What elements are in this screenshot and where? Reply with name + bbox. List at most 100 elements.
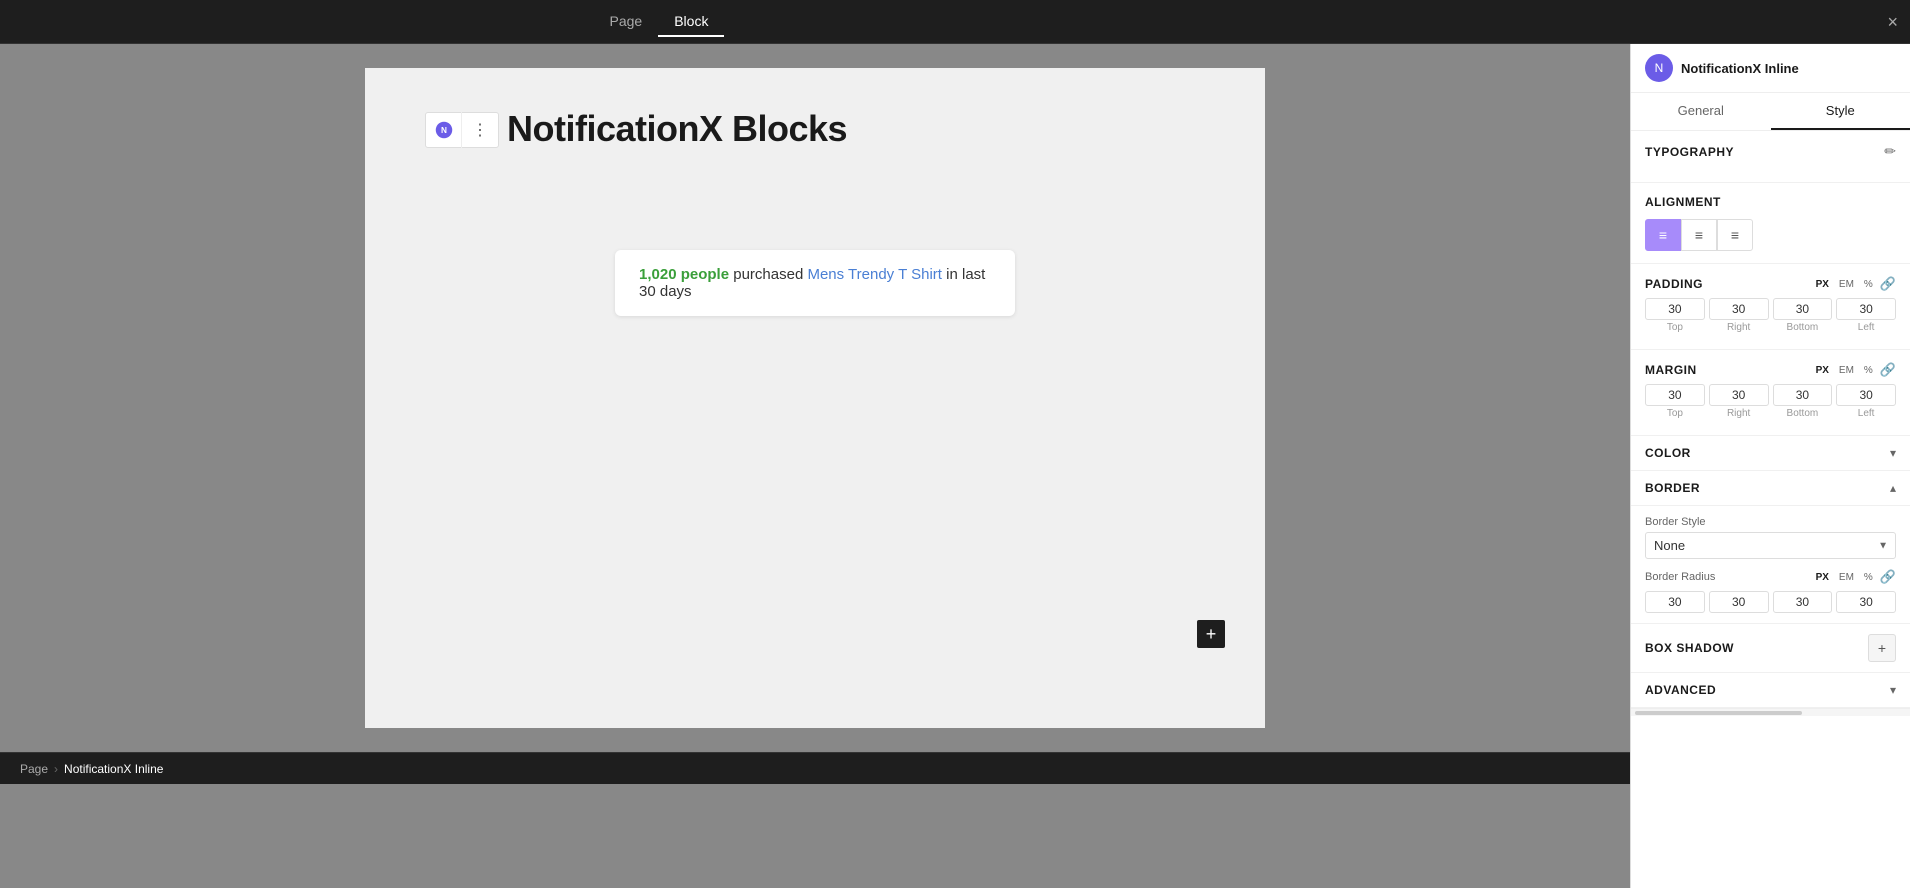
main-layout: N ⋮ NotificationX Blocks 1,020 people pu…: [0, 44, 1910, 888]
svg-text:N: N: [441, 126, 447, 135]
margin-row: Top Right Bottom Left: [1645, 384, 1896, 419]
advanced-chevron-icon: ▾: [1890, 683, 1896, 697]
border-radius-br-input[interactable]: [1773, 591, 1833, 613]
border-radius-row: [1645, 591, 1896, 613]
color-chevron-icon: ▾: [1890, 446, 1896, 460]
align-center-button[interactable]: ≡: [1681, 219, 1717, 251]
margin-left-input[interactable]: [1836, 384, 1896, 406]
color-section[interactable]: Color ▾: [1631, 436, 1910, 471]
border-radius-unit-px[interactable]: PX: [1813, 571, 1832, 584]
border-radius-bl-input[interactable]: [1836, 591, 1896, 613]
padding-header: Padding PX EM % 🔗: [1645, 276, 1896, 292]
margin-left-field: Left: [1836, 384, 1896, 419]
border-radius-tr-input[interactable]: [1709, 591, 1769, 613]
panel-scrollbar[interactable]: [1631, 708, 1910, 716]
padding-bottom-field: Bottom: [1773, 298, 1833, 333]
border-radius-section: Border Radius PX EM % 🔗: [1645, 569, 1896, 613]
top-bar-tabs: Page Block: [594, 7, 725, 37]
padding-section: Padding PX EM % 🔗 Top Right: [1631, 264, 1910, 350]
ellipsis-icon: ⋮: [472, 120, 488, 140]
add-block-button[interactable]: +: [1197, 620, 1225, 648]
align-right-button[interactable]: ≡: [1717, 219, 1753, 251]
typography-edit-button[interactable]: ✏: [1884, 143, 1896, 160]
notification-item: Mens Trendy T Shirt: [807, 266, 942, 283]
border-radius-link-button[interactable]: 🔗: [1880, 569, 1896, 585]
padding-left-field: Left: [1836, 298, 1896, 333]
margin-bottom-label: Bottom: [1787, 408, 1819, 419]
top-bar: Page Block ×: [0, 0, 1910, 44]
padding-unit-percent[interactable]: %: [1861, 278, 1876, 291]
padding-left-label: Left: [1858, 322, 1875, 333]
margin-bottom-input[interactable]: [1773, 384, 1833, 406]
tab-general[interactable]: General: [1631, 93, 1771, 130]
notification-people: people: [681, 266, 729, 283]
padding-unit-em[interactable]: EM: [1836, 278, 1857, 291]
border-radius-tl-field: [1645, 591, 1705, 613]
padding-row: Top Right Bottom Left: [1645, 298, 1896, 333]
breadcrumb-page[interactable]: Page: [20, 762, 48, 776]
tab-block[interactable]: Block: [658, 7, 724, 37]
margin-bottom-field: Bottom: [1773, 384, 1833, 419]
padding-bottom-input[interactable]: [1773, 298, 1833, 320]
padding-units: PX EM % 🔗: [1813, 276, 1896, 292]
border-radius-tr-field: [1709, 591, 1769, 613]
box-shadow-add-button[interactable]: +: [1868, 634, 1896, 662]
panel-scrollbar-thumb: [1635, 711, 1802, 715]
border-radius-unit-em[interactable]: EM: [1836, 571, 1857, 584]
block-icon-button[interactable]: N: [426, 112, 462, 148]
breadcrumb-current: NotificationX Inline: [64, 762, 163, 776]
margin-link-button[interactable]: 🔗: [1880, 362, 1896, 378]
padding-unit-px[interactable]: PX: [1813, 278, 1832, 291]
color-title: Color: [1645, 446, 1691, 460]
page-title: NotificationX Blocks: [507, 108, 847, 150]
alignment-row: ≡ ≡ ≡: [1645, 219, 1896, 251]
typography-section: Typography ✏: [1631, 131, 1910, 183]
alignment-header: Alignment: [1645, 195, 1896, 209]
border-header[interactable]: Border ▴: [1631, 471, 1910, 506]
close-button[interactable]: ×: [1887, 13, 1898, 31]
align-left-button[interactable]: ≡: [1645, 219, 1681, 251]
margin-right-input[interactable]: [1709, 384, 1769, 406]
tab-page[interactable]: Page: [594, 7, 659, 37]
notification-box[interactable]: 1,020 people purchased Mens Trendy T Shi…: [615, 250, 1015, 316]
padding-left-input[interactable]: [1836, 298, 1896, 320]
advanced-section[interactable]: Advanced ▾: [1631, 673, 1910, 708]
panel-title: NotificationX Inline: [1681, 61, 1799, 76]
tab-style[interactable]: Style: [1771, 93, 1910, 130]
padding-top-label: Top: [1667, 322, 1683, 333]
block-more-options-button[interactable]: ⋮: [462, 112, 498, 148]
align-center-icon: ≡: [1695, 227, 1703, 243]
border-radius-label: Border Radius: [1645, 571, 1715, 583]
margin-section: Margin PX EM % 🔗 Top Right: [1631, 350, 1910, 436]
border-radius-tl-input[interactable]: [1645, 591, 1705, 613]
panel-plugin-icon: N: [1645, 54, 1673, 82]
border-radius-header: Border Radius PX EM % 🔗: [1645, 569, 1896, 585]
padding-right-input[interactable]: [1709, 298, 1769, 320]
block-plugin-icon: N: [435, 121, 453, 139]
border-style-section: Border Style None Solid Dashed Dotted Do…: [1645, 516, 1896, 559]
margin-unit-percent[interactable]: %: [1861, 364, 1876, 377]
border-content: Border Style None Solid Dashed Dotted Do…: [1631, 506, 1910, 624]
margin-unit-em[interactable]: EM: [1836, 364, 1857, 377]
margin-units: PX EM % 🔗: [1813, 362, 1896, 378]
border-radius-unit-percent[interactable]: %: [1861, 571, 1876, 584]
margin-left-label: Left: [1858, 408, 1875, 419]
typography-title: Typography: [1645, 145, 1734, 159]
margin-unit-px[interactable]: PX: [1813, 364, 1832, 377]
margin-title: Margin: [1645, 363, 1697, 377]
advanced-title: Advanced: [1645, 683, 1716, 697]
border-section: Border ▴ Border Style None Solid Dashed …: [1631, 471, 1910, 624]
border-style-select[interactable]: None Solid Dashed Dotted Double: [1645, 532, 1896, 559]
border-title: Border: [1645, 481, 1700, 495]
box-shadow-section: Box Shadow +: [1631, 624, 1910, 673]
breadcrumb-separator: ›: [54, 762, 58, 776]
padding-bottom-label: Bottom: [1787, 322, 1819, 333]
padding-right-label: Right: [1727, 322, 1750, 333]
right-panel: N NotificationX Inline General Style Typ…: [1630, 44, 1910, 888]
border-chevron-icon: ▴: [1890, 481, 1896, 495]
padding-top-input[interactable]: [1645, 298, 1705, 320]
block-header: N ⋮ NotificationX Blocks: [425, 108, 1205, 150]
border-radius-br-field: [1773, 591, 1833, 613]
padding-link-button[interactable]: 🔗: [1880, 276, 1896, 292]
margin-top-input[interactable]: [1645, 384, 1705, 406]
